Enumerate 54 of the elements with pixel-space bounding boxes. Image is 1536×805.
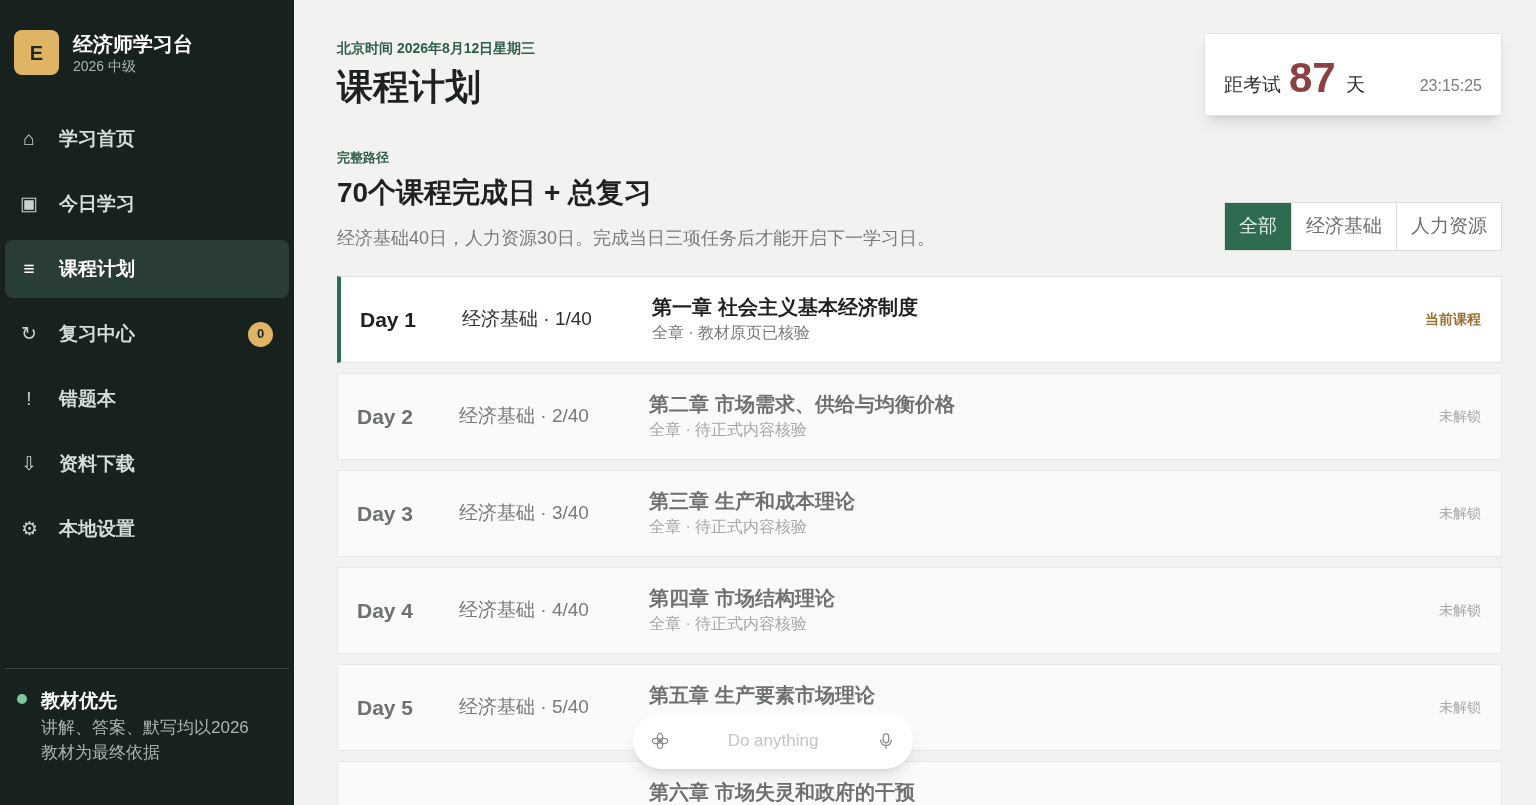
day-label: Day 5 xyxy=(357,694,415,721)
track-progress: 经济基础 · 1/40 xyxy=(462,307,593,332)
nav-label: 学习首页 xyxy=(59,126,136,151)
section-eyebrow: 完整路径 xyxy=(337,149,390,167)
nav-label: 复习中心 xyxy=(59,321,136,346)
date-label: 北京时间 2026年8月12日星期三 xyxy=(337,39,536,58)
track-progress: 经济基础 · 3/40 xyxy=(459,501,590,526)
note-title: 教材优先 xyxy=(41,689,118,713)
section-description: 经济基础40日，人力资源30日。完成当日三项任务后才能开启下一学习日。 xyxy=(337,227,936,250)
day-label: Day 1 xyxy=(360,306,418,333)
logo-badge: E xyxy=(14,30,59,75)
status-label: 未解锁 xyxy=(1439,407,1481,426)
nav-label: 错题本 xyxy=(59,386,117,411)
day-label: Day 2 xyxy=(357,403,415,430)
lesson-title: 第五章 生产要素市场理论 xyxy=(649,682,876,707)
status-label: 当前课程 xyxy=(1425,310,1481,329)
lesson-title: 第四章 市场结构理论 xyxy=(649,585,836,610)
app-subtitle: 2026 中级 xyxy=(73,56,138,75)
app-title: 经济师学习台 xyxy=(73,31,193,57)
lesson-title: 第三章 生产和成本理论 xyxy=(649,488,856,513)
days-count: 87 xyxy=(1289,57,1336,99)
note-text: 讲解、答案、默写均以2026教材为最终依据 xyxy=(41,717,250,764)
day-label: Day 3 xyxy=(357,500,415,527)
day-label: Day 4 xyxy=(357,597,415,624)
countdown-time: 23:15:25 xyxy=(1419,76,1482,96)
nav-icon: ! xyxy=(19,384,39,414)
lesson-subtitle: 全章 · 待正式内容核验 xyxy=(649,613,809,634)
track-progress: 经济基础 · 2/40 xyxy=(459,404,590,429)
count-badge: 0 xyxy=(248,321,273,347)
section-title: 70个课程完成日 + 总复习 xyxy=(337,176,654,210)
nav-label: 课程计划 xyxy=(59,256,136,281)
nav-label: 今日学习 xyxy=(59,191,136,216)
nav-icon: ⚙ xyxy=(19,514,39,544)
track-progress: 经济基础 · 5/40 xyxy=(459,695,590,720)
lesson-title: 第六章 市场失灵和政府的干预 xyxy=(649,779,916,804)
lesson-title: 第二章 市场需求、供给与均衡价格 xyxy=(649,391,956,416)
status-label: 未解锁 xyxy=(1439,601,1481,620)
nav-icon: ⇩ xyxy=(19,449,39,479)
lesson-subtitle: 全章 · 待正式内容核验 xyxy=(649,516,809,537)
status-label: 未解锁 xyxy=(1439,698,1481,717)
nav-label: 资料下载 xyxy=(59,451,136,476)
lesson-subtitle: 全章 · 待正式内容核验 xyxy=(649,419,809,440)
days-unit: 天 xyxy=(1345,73,1365,97)
nav-icon: ≡ xyxy=(19,254,39,284)
page-title: 课程计划 xyxy=(337,65,482,109)
lesson-subtitle: 全章 · 教材原页已核验 xyxy=(652,322,812,343)
countdown-label: 距考试 xyxy=(1224,73,1281,97)
lesson-title: 第一章 社会主义基本经济制度 xyxy=(652,294,919,319)
nav-label: 本地设置 xyxy=(59,516,136,541)
nav-icon: ▣ xyxy=(19,189,39,219)
track-progress: 经济基础 · 4/40 xyxy=(459,598,590,623)
nav-icon: ⌂ xyxy=(19,124,39,154)
nav-icon: ↻ xyxy=(19,319,39,349)
status-label: 未解锁 xyxy=(1439,504,1481,523)
